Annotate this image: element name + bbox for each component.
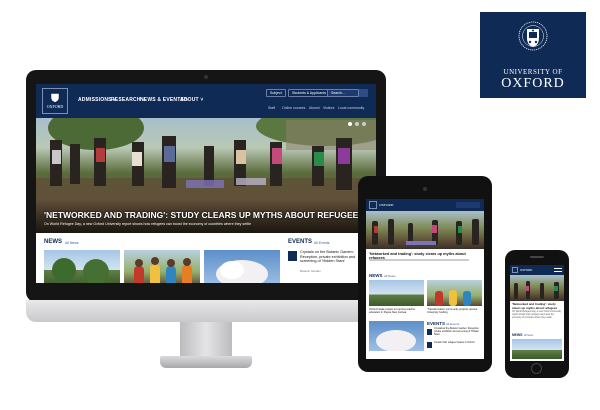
tablet-menu-button[interactable] [456, 202, 480, 208]
tablet-market-photo [372, 219, 479, 245]
monitor-chin [26, 300, 386, 322]
hamburger-menu-icon[interactable] [554, 268, 562, 272]
link-staff[interactable]: Staff [268, 106, 275, 110]
tablet-hero-subtitle-line [369, 259, 469, 261]
news-heading: NEWS [44, 239, 62, 245]
site-logo-text: OXFORD [46, 104, 64, 109]
phone-hero-subtitle: On World Refugee Day, a new Oxford Unive… [512, 311, 562, 319]
tablet-people-photo [435, 290, 471, 306]
events-heading: EVENTS [288, 239, 313, 245]
tablet-hero-image[interactable] [366, 211, 484, 249]
tablet-header: OXFORD [366, 199, 484, 211]
tablet-event-1[interactable]: Crystals at the Botanic Garden: Receptio… [434, 327, 482, 337]
tablet-news-caption-1[interactable]: Oxford Intake project to improve teacher… [369, 308, 424, 314]
tablet-logo-text: OXFORD [379, 203, 394, 207]
tablet-news-heading: NEWS [369, 273, 383, 278]
tablet-all-news-link[interactable]: All News [384, 274, 396, 278]
phone-news-thumbnail[interactable] [512, 339, 562, 359]
phone-hero-title[interactable]: 'Networked and trading': study clears up… [512, 302, 562, 310]
oxford-logo: UNIVERSITY OF OXFORD [480, 12, 586, 98]
desktop-screen: OXFORD ADMISSIONS ˅ RESEARCH ˅ NEWS & EV… [36, 84, 376, 283]
monitor-stand [180, 322, 232, 360]
all-events-link[interactable]: All Events [314, 241, 330, 245]
logo-line-2: OXFORD [501, 76, 565, 91]
tablet-news-caption-2[interactable]: 'Transformative' community projects rece… [427, 308, 482, 314]
nav-about[interactable]: ABOUT ˅ [180, 97, 204, 103]
search-input[interactable]: Search... [327, 89, 359, 97]
subject-dropdown[interactable]: Subject [266, 89, 286, 97]
tablet-news-thumbnail-1[interactable] [369, 280, 424, 306]
phone-market-photo [514, 281, 559, 299]
phone-header: OXFORD [510, 265, 564, 275]
link-visitors[interactable]: Visitors [323, 106, 334, 110]
tablet-news-thumbnail-3[interactable] [369, 321, 424, 352]
carousel-dots[interactable] [348, 122, 372, 127]
trees-photo [52, 258, 109, 283]
tablet-events-heading: EVENTS [427, 321, 446, 326]
link-online-courses[interactable]: Online courses [282, 106, 305, 110]
crest-icon [51, 93, 59, 103]
phone-crest-icon [512, 267, 518, 273]
search-icon[interactable] [359, 89, 368, 97]
phone-home-button[interactable] [531, 363, 542, 374]
tablet-camera-icon [423, 187, 427, 191]
phone-hero-image[interactable] [510, 275, 564, 301]
phone-logo-text: OXFORD [520, 268, 533, 272]
blossom-photo [216, 260, 268, 283]
news-thumbnail-2[interactable] [124, 250, 200, 283]
site-logo[interactable] [42, 88, 68, 114]
monitor-base [160, 356, 252, 368]
tablet-news-thumbnail-2[interactable] [427, 280, 482, 306]
phone-all-news-link[interactable]: All News [524, 334, 533, 337]
tablet-blossom-photo [376, 330, 416, 352]
link-local-community[interactable]: Local community [338, 106, 364, 110]
news-thumbnail-3[interactable] [204, 250, 280, 283]
tablet-event-2[interactable]: Curtain Call: refugee theatre in Oxford [434, 341, 482, 345]
news-thumbnail-1[interactable] [44, 250, 120, 283]
crest-icon [518, 21, 548, 51]
people-photo [134, 257, 192, 283]
logo-line-1: UNIVERSITY OF [503, 68, 563, 76]
phone-speaker [530, 256, 544, 258]
tablet-screen: OXFORD 'Networked and trading': study cl… [366, 199, 484, 359]
hero-subtitle: On World Refugee Day, a new Oxford Unive… [44, 222, 252, 226]
hero-image[interactable]: 'NETWORKED AND TRADING': STUDY CLEARS UP… [36, 118, 376, 233]
all-news-link[interactable]: All News [65, 241, 79, 245]
phone-screen: OXFORD 'Networked and trading': study cl… [510, 265, 564, 361]
link-alumni[interactable]: Alumni [309, 106, 320, 110]
phone-news-heading: NEWS [512, 333, 523, 337]
tablet-calendar-icon [427, 329, 432, 335]
tablet-calendar-icon-2 [427, 342, 432, 348]
tablet-crest-icon [369, 201, 377, 209]
camera-icon [204, 75, 208, 79]
event-meta: Botanic Garden [300, 269, 321, 273]
calendar-icon [288, 251, 297, 261]
tablet-all-events-link[interactable]: All Events [446, 322, 459, 326]
hero-title[interactable]: 'NETWORKED AND TRADING': STUDY CLEARS UP… [44, 210, 364, 220]
